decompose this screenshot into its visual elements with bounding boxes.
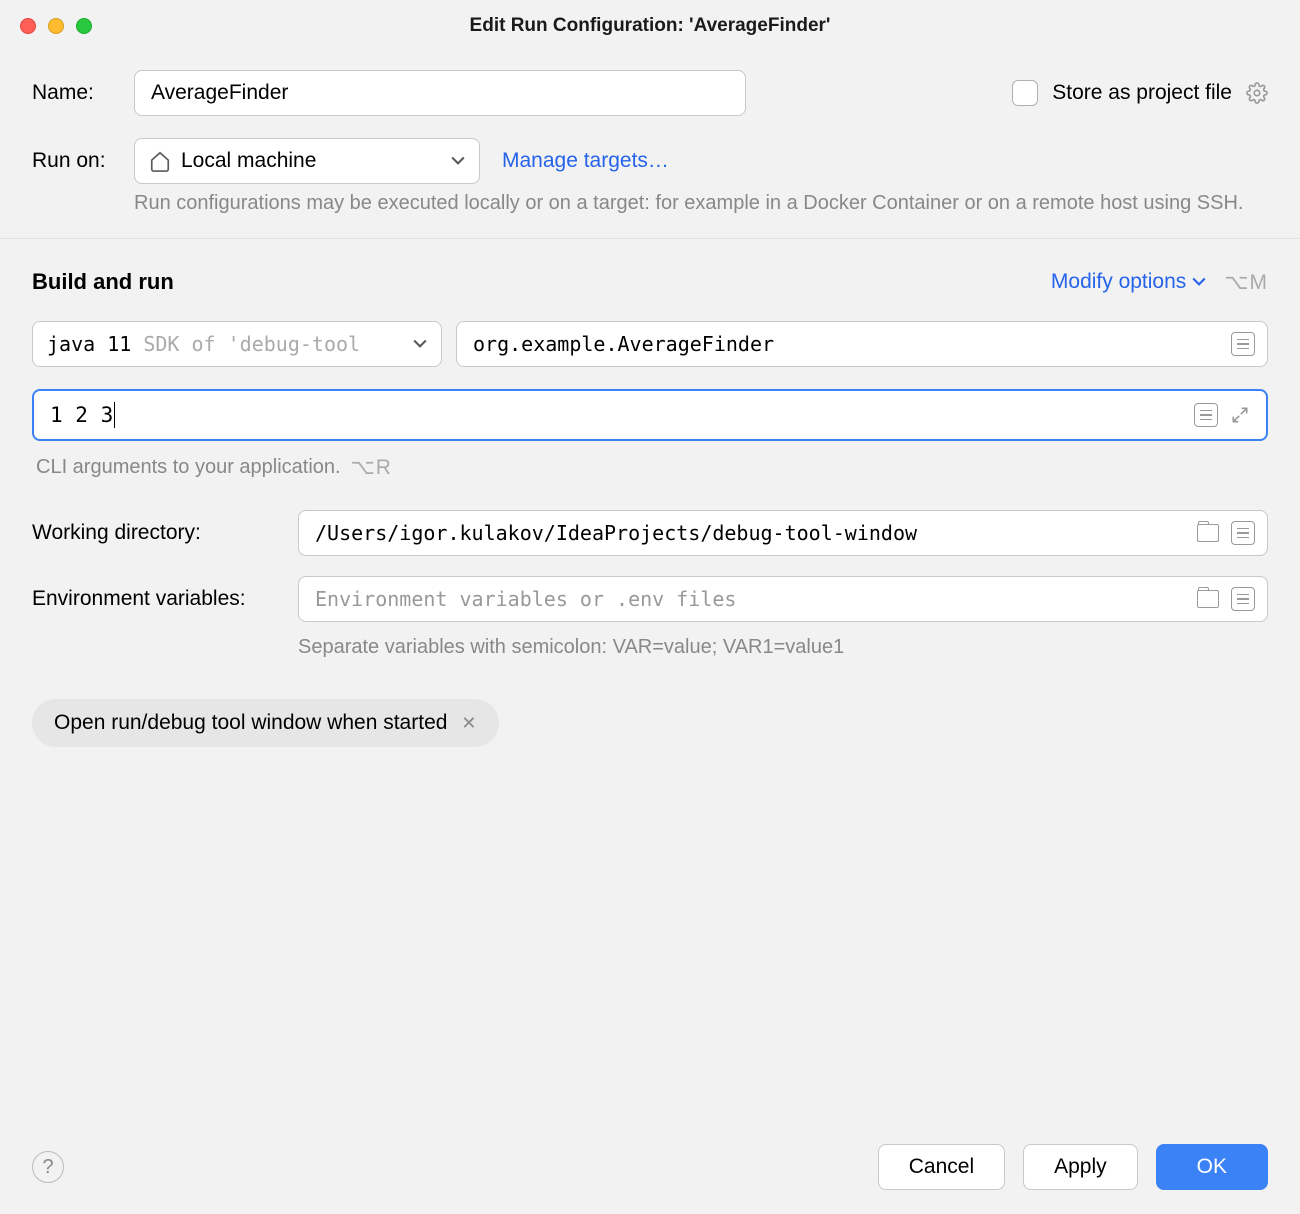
args-shortcut: ⌥R	[351, 455, 392, 480]
sdk-name: java 11	[47, 332, 131, 356]
home-icon	[149, 150, 171, 172]
gear-icon[interactable]	[1246, 82, 1268, 104]
working-directory-label: Working directory:	[32, 521, 298, 545]
chevron-down-icon	[1192, 275, 1206, 289]
modify-shortcut: ⌥M	[1224, 270, 1268, 295]
build-run-header: Build and run Modify options ⌥M	[32, 269, 1268, 295]
env-label: Environment variables:	[32, 587, 298, 611]
chevron-down-icon	[413, 337, 427, 351]
program-arguments-input[interactable]: 1 2 3	[32, 389, 1268, 441]
footer: ? Cancel Apply OK	[32, 1144, 1268, 1190]
option-chip[interactable]: Open run/debug tool window when started …	[32, 699, 499, 747]
help-icon[interactable]: ?	[32, 1151, 64, 1183]
titlebar: Edit Run Configuration: 'AverageFinder'	[0, 0, 1300, 52]
env-hint: Separate variables with semicolon: VAR=v…	[298, 636, 1268, 659]
store-label: Store as project file	[1052, 81, 1232, 105]
ok-button[interactable]: OK	[1156, 1144, 1268, 1190]
sdk-module: SDK of 'debug-tool	[131, 332, 360, 356]
env-row: Environment variables: Environment varia…	[32, 576, 1268, 622]
folder-icon[interactable]	[1197, 590, 1219, 608]
name-row: Name: Store as project file	[32, 70, 1268, 116]
working-directory-value: /Users/igor.kulakov/IdeaProjects/debug-t…	[315, 521, 917, 545]
main-class-input[interactable]: org.example.AverageFinder	[456, 321, 1268, 367]
list-icon[interactable]	[1231, 332, 1255, 356]
manage-targets-link[interactable]: Manage targets…	[502, 149, 669, 173]
minimize-window-button[interactable]	[48, 18, 64, 34]
window-title: Edit Run Configuration: 'AverageFinder'	[0, 15, 1300, 37]
close-icon[interactable]: ✕	[461, 713, 476, 734]
apply-button[interactable]: Apply	[1023, 1144, 1138, 1190]
working-directory-row: Working directory: /Users/igor.kulakov/I…	[32, 510, 1268, 556]
zoom-window-button[interactable]	[76, 18, 92, 34]
traffic-lights	[20, 18, 92, 34]
sdk-select[interactable]: java 11 SDK of 'debug-tool	[32, 321, 442, 367]
name-label: Name:	[32, 81, 134, 105]
name-input[interactable]	[134, 70, 746, 116]
store-as-project: Store as project file	[1012, 80, 1268, 106]
working-directory-input[interactable]: /Users/igor.kulakov/IdeaProjects/debug-t…	[298, 510, 1268, 556]
runon-row: Run on: Local machine Manage targets…	[32, 138, 1268, 184]
build-run-title: Build and run	[32, 269, 174, 295]
divider	[0, 238, 1300, 239]
env-input[interactable]: Environment variables or .env files	[298, 576, 1268, 622]
list-icon[interactable]	[1231, 521, 1255, 545]
args-hint: CLI arguments to your application. ⌥R	[36, 455, 1268, 480]
close-window-button[interactable]	[20, 18, 36, 34]
folder-icon[interactable]	[1197, 524, 1219, 542]
main-class-value: org.example.AverageFinder	[473, 332, 774, 356]
env-placeholder: Environment variables or .env files	[315, 587, 736, 611]
text-caret	[114, 402, 115, 428]
runon-value: Local machine	[181, 149, 316, 173]
runon-hint: Run configurations may be executed local…	[134, 188, 1268, 218]
runon-label: Run on:	[32, 149, 134, 173]
list-icon[interactable]	[1231, 587, 1255, 611]
runon-select[interactable]: Local machine	[134, 138, 480, 184]
store-checkbox[interactable]	[1012, 80, 1038, 106]
args-value: 1 2 3	[50, 403, 113, 427]
chevron-down-icon	[451, 154, 465, 168]
chip-label: Open run/debug tool window when started	[54, 711, 447, 735]
list-icon[interactable]	[1194, 403, 1218, 427]
modify-options-link[interactable]: Modify options	[1051, 270, 1206, 294]
expand-icon[interactable]	[1230, 405, 1250, 425]
cancel-button[interactable]: Cancel	[878, 1144, 1005, 1190]
